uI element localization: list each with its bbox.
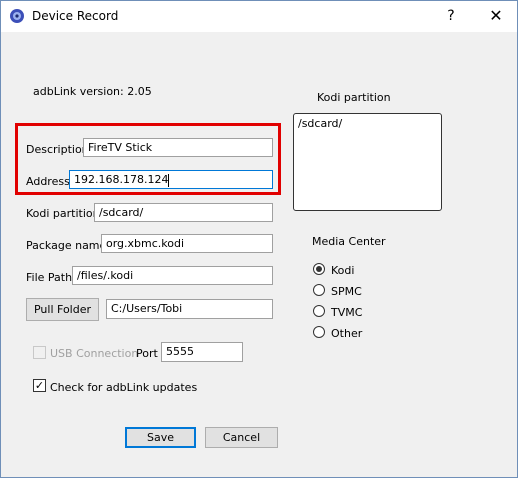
window-title: Device Record <box>32 9 119 23</box>
help-button[interactable]: ? <box>441 5 461 27</box>
text-caret <box>168 173 170 187</box>
radio-kodi[interactable] <box>313 263 325 275</box>
address-field[interactable]: 192.168.178.124 <box>69 170 273 189</box>
kodi-partition-textarea[interactable]: /sdcard/ <box>293 113 442 211</box>
title-bar[interactable]: Device Record ? ✕ <box>1 1 517 32</box>
radio-spmc[interactable] <box>313 284 325 296</box>
package-name-label: Package name <box>26 239 107 252</box>
pull-folder-path-field[interactable]: C:/Users/Tobi <box>106 299 273 319</box>
address-value: 192.168.178.124 <box>74 173 169 186</box>
kodi-partition-label: Kodi partition <box>26 207 100 220</box>
media-center-label: Media Center <box>312 235 386 248</box>
check-updates-label: Check for adbLink updates <box>50 381 198 394</box>
kodi-partition-panel-label: Kodi partition <box>317 91 391 104</box>
radio-tvmc[interactable] <box>313 305 325 317</box>
package-name-field[interactable]: org.xbmc.kodi <box>101 234 273 253</box>
cancel-button[interactable]: Cancel <box>205 427 278 448</box>
port-label: Port <box>136 347 158 360</box>
check-updates-checkbox[interactable]: ✓ <box>33 379 46 392</box>
radio-other[interactable] <box>313 326 325 338</box>
file-path-label: File Path <box>26 271 73 284</box>
radio-kodi-label: Kodi <box>331 264 355 277</box>
radio-tvmc-label: TVMC <box>331 306 363 319</box>
radio-spmc-label: SPMC <box>331 285 362 298</box>
radio-other-label: Other <box>331 327 363 340</box>
pull-folder-button[interactable]: Pull Folder <box>26 298 99 321</box>
port-field[interactable]: 5555 <box>161 342 243 362</box>
file-path-field[interactable]: /files/.kodi <box>72 266 273 285</box>
description-label: Description <box>26 143 89 156</box>
usb-connection-label: USB Connection <box>50 347 139 360</box>
dialog-body <box>1 32 517 477</box>
app-disc-icon <box>10 9 24 23</box>
address-label: Address <box>26 175 70 188</box>
kodi-partition-field[interactable]: /sdcard/ <box>94 203 273 222</box>
device-record-dialog: Device Record ? ✕ adbLink version: 2.05 … <box>0 0 518 478</box>
save-button[interactable]: Save <box>125 427 196 448</box>
usb-connection-checkbox[interactable] <box>33 346 46 359</box>
version-label: adbLink version: 2.05 <box>33 85 152 98</box>
description-field[interactable]: FireTV Stick <box>83 138 273 157</box>
close-button[interactable]: ✕ <box>485 5 507 27</box>
